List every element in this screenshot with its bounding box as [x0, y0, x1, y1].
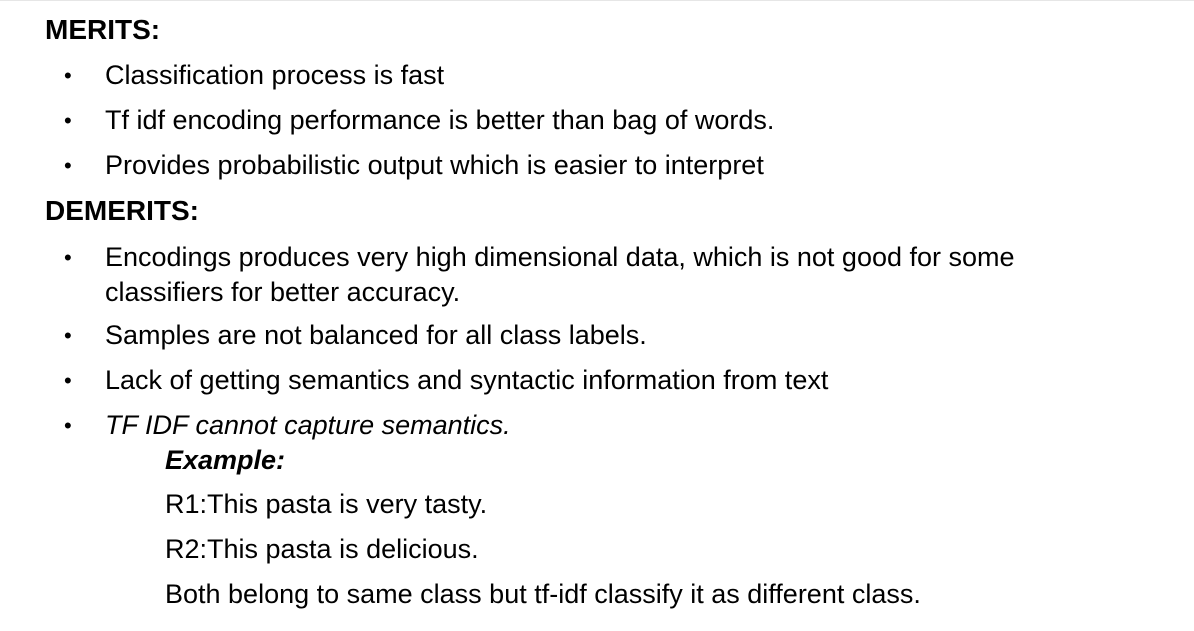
bullet-icon: •	[64, 153, 72, 178]
example-line: R1:This pasta is very tasty.	[165, 489, 488, 519]
demerits-item-text: Lack of getting semantics and syntactic …	[105, 365, 829, 395]
bullet-icon: •	[64, 63, 72, 88]
merits-heading: MERITS:	[45, 14, 161, 45]
bullet-icon: •	[64, 323, 72, 348]
bullet-icon: •	[64, 413, 72, 438]
merits-item-text: Classification process is fast	[105, 60, 445, 90]
top-border	[0, 0, 1194, 1]
bullet-icon: •	[64, 368, 72, 393]
example-label: Example:	[165, 445, 286, 475]
demerits-item-text: Encodings produces very high dimensional…	[105, 242, 1015, 307]
example-conclusion: Both belong to same class but tf-idf cla…	[165, 579, 921, 609]
example-line: R2:This pasta is delicious.	[165, 534, 479, 564]
demerits-item-text: TF IDF cannot capture semantics.	[105, 410, 511, 440]
bullet-icon: •	[64, 245, 72, 270]
merits-item-text: Provides probabilistic output which is e…	[105, 150, 764, 180]
bullet-icon: •	[64, 108, 72, 133]
demerits-item-text: Samples are not balanced for all class l…	[105, 320, 647, 350]
merits-item-text: Tf idf encoding performance is better th…	[105, 105, 775, 135]
demerits-heading: DEMERITS:	[45, 195, 199, 226]
